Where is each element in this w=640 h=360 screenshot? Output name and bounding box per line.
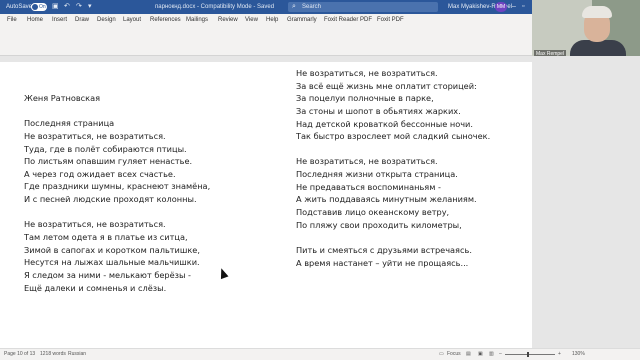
tab-draw[interactable]: Draw: [75, 14, 89, 27]
tab-mailings[interactable]: Mailings: [186, 14, 208, 27]
text-line: Зимой в сапогах и коротком пальтишке,: [24, 244, 200, 255]
tab-design[interactable]: Design: [97, 14, 116, 27]
text-line: [24, 206, 210, 219]
ribbon-collapsed-area: [0, 27, 532, 56]
zoom-slider-handle[interactable]: [527, 352, 529, 357]
tab-references[interactable]: References: [150, 14, 181, 27]
text-line: Последняя жизни открыта страница.: [296, 169, 458, 180]
text-line: Ещё далеки и сомненья и слёзы.: [24, 282, 167, 293]
minimize-icon[interactable]: –: [512, 2, 516, 12]
text-line: Не возратиться, не возратиться.: [24, 219, 166, 230]
tab-foxit-pdf[interactable]: Foxit PDF: [377, 14, 404, 27]
text-line: Женя Ратновская: [24, 93, 101, 103]
mouse-pointer-icon: [217, 266, 229, 280]
search-placeholder: Search: [302, 4, 322, 10]
search-box[interactable]: ⌕ Search: [288, 2, 438, 12]
text-line: Не возратиться, не возратиться.: [24, 130, 166, 141]
web-layout-icon[interactable]: ▥: [489, 349, 494, 360]
undo-icon[interactable]: ↶: [64, 2, 70, 12]
text-line: Несутся на лыжах шальные мальчишки.: [24, 257, 200, 268]
text-line: За поцелуи полночные в парке,: [296, 93, 434, 104]
text-line: Я следом за ними - мелькают берёзы -: [24, 269, 192, 280]
text-line: По листьям опавшим гуляет ненастье.: [24, 156, 193, 167]
webcam-video: Max Rempel: [532, 0, 640, 62]
tab-file[interactable]: File: [7, 14, 17, 27]
zoom-out-icon[interactable]: –: [499, 349, 502, 360]
text-line: [296, 231, 490, 244]
text-line: Подставив лицо океанскому ветру,: [296, 207, 450, 218]
document-title: парнокнд.docx - Compatibility Mode - Sav…: [155, 4, 275, 10]
text-line: Не предаваться воспоминаньям -: [296, 181, 441, 192]
text-line: За всё ещё жизнь мне оплатит сторицей:: [296, 80, 477, 91]
save-icon[interactable]: ▣: [52, 2, 59, 12]
text-line: За стоны и шопот в обьятиях жарких.: [296, 105, 461, 116]
tab-layout[interactable]: Layout: [123, 14, 141, 27]
text-line: Последняя страница: [24, 118, 115, 129]
text-line: Так быстро взрослеет мой сладкий сыночек…: [296, 131, 491, 142]
tab-insert[interactable]: Insert: [52, 14, 67, 27]
autosave-state: On: [39, 4, 46, 10]
document-page[interactable]: Женя Ратновская Последняя страница Не во…: [0, 62, 532, 348]
redo-icon[interactable]: ↷: [76, 2, 82, 12]
word-count[interactable]: 1218 words: [40, 349, 66, 360]
status-bar: Page 10 of 13 1218 words Russian ▭ Focus…: [0, 348, 640, 360]
text-line: А жить поддаваясь минутным желаниям.: [296, 194, 477, 205]
search-icon: ⌕: [292, 3, 296, 10]
left-text-column: Женя Ратновская Последняя страница Не во…: [24, 92, 210, 294]
text-line: А через год ожидает всех счастье.: [24, 168, 176, 179]
text-line: По пляжу свои проходить километры,: [296, 219, 462, 230]
focus-label[interactable]: Focus: [447, 349, 461, 360]
restore-icon[interactable]: ▫: [522, 2, 524, 12]
text-line: Пить и смеяться с друзьями встречаясь.: [296, 244, 472, 255]
user-avatar[interactable]: MM: [495, 2, 507, 12]
tab-home[interactable]: Home: [27, 14, 43, 27]
title-bar: AutoSave On ▣ ↶ ↷ ▾ парнокнд.docx - Comp…: [0, 0, 532, 14]
ribbon-tabs: File Home Insert Draw Design Layout Refe…: [0, 14, 532, 27]
page-info[interactable]: Page 10 of 13: [4, 349, 35, 360]
zoom-in-icon[interactable]: +: [558, 349, 561, 360]
read-mode-icon[interactable]: ▤: [466, 349, 471, 360]
text-line: Не возратиться, не возратиться.: [296, 156, 438, 167]
text-line: А время настанет – уйти не прощаясь...: [296, 257, 469, 268]
text-line: Туда, где в полёт собираются птицы.: [24, 143, 187, 154]
text-line: Там летом одета я в платье из ситца,: [24, 232, 188, 243]
right-text-column: Не возратиться, не возратиться. За всё е…: [296, 67, 490, 269]
text-line: Не возратиться, не возратиться.: [296, 68, 438, 78]
tab-help[interactable]: Help: [266, 14, 278, 27]
zoom-slider[interactable]: [505, 354, 555, 355]
tab-view[interactable]: View: [245, 14, 258, 27]
toggle-knob: [32, 4, 38, 10]
language[interactable]: Russian: [68, 349, 86, 360]
text-line: [24, 105, 210, 118]
tab-grammarly[interactable]: Grammarly: [287, 14, 317, 27]
text-line: [296, 143, 490, 156]
zoom-level[interactable]: 130%: [572, 349, 585, 360]
customize-toolbar-icon[interactable]: ▾: [88, 2, 92, 12]
tab-review[interactable]: Review: [218, 14, 238, 27]
focus-icon[interactable]: ▭: [439, 349, 444, 360]
autosave-label: AutoSave: [6, 4, 33, 10]
text-line: Где праздники шумны, краснеют знамёна,: [24, 181, 211, 192]
text-line: Над детской кроваткой бессонные ночи.: [296, 118, 473, 129]
autosave-toggle[interactable]: On: [31, 3, 47, 11]
webcam-person-hair: [582, 6, 612, 18]
print-layout-icon[interactable]: ▣: [478, 349, 483, 360]
text-line: И с песней людские проходят колонны.: [24, 194, 197, 205]
tab-foxit-reader[interactable]: Foxit Reader PDF: [324, 14, 372, 27]
document-canvas[interactable]: Женя Ратновская Последняя страница Не во…: [0, 56, 640, 348]
